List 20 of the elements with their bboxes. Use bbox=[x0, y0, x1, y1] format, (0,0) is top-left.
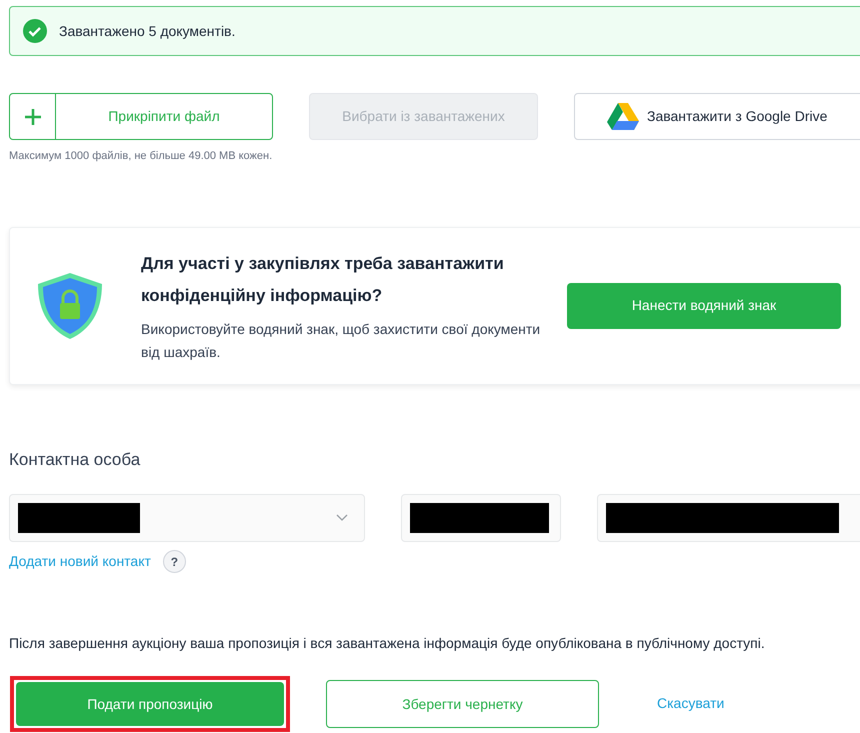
watermark-button[interactable]: Нанести водяний знак bbox=[567, 282, 841, 328]
attach-file-button[interactable]: Прикріпити файл bbox=[9, 93, 273, 140]
contact-field[interactable] bbox=[401, 494, 561, 542]
contact-heading: Контактна особа bbox=[9, 448, 142, 470]
help-badge[interactable]: ? bbox=[162, 550, 186, 573]
chevron-down-icon bbox=[336, 514, 348, 522]
publication-notice: Після завершення аукціону ваша пропозиція і вся завантажена інформація буде опублікована в публічному доступі. bbox=[9, 634, 766, 653]
cancel-link[interactable]: Скасувати bbox=[641, 693, 740, 714]
save-draft-button[interactable]: Зберегти чернетку bbox=[326, 680, 599, 728]
drive-icon bbox=[607, 102, 639, 130]
add-contact-link[interactable]: Додати новий контакт bbox=[9, 551, 151, 572]
card-title: Для участі у закупівлях треба завантажити конфіденційну інформацію? bbox=[141, 252, 505, 306]
google-drive-button[interactable]: Завантажити з Google Drive bbox=[574, 93, 860, 140]
contact-field[interactable] bbox=[597, 494, 860, 542]
alert-text: Завантажено 5 документів. bbox=[59, 22, 236, 41]
check-circle-icon bbox=[23, 19, 47, 43]
contact-select[interactable] bbox=[9, 494, 365, 542]
submit-offer-button[interactable]: Подати пропозицію bbox=[16, 682, 284, 726]
card-text: Використовуйте водяний знак, щоб захистити свої документи від шахраїв. bbox=[141, 320, 542, 362]
upload-hint: Максимум 1000 файлів, не більше 49.00 MB кожен. bbox=[9, 149, 274, 164]
